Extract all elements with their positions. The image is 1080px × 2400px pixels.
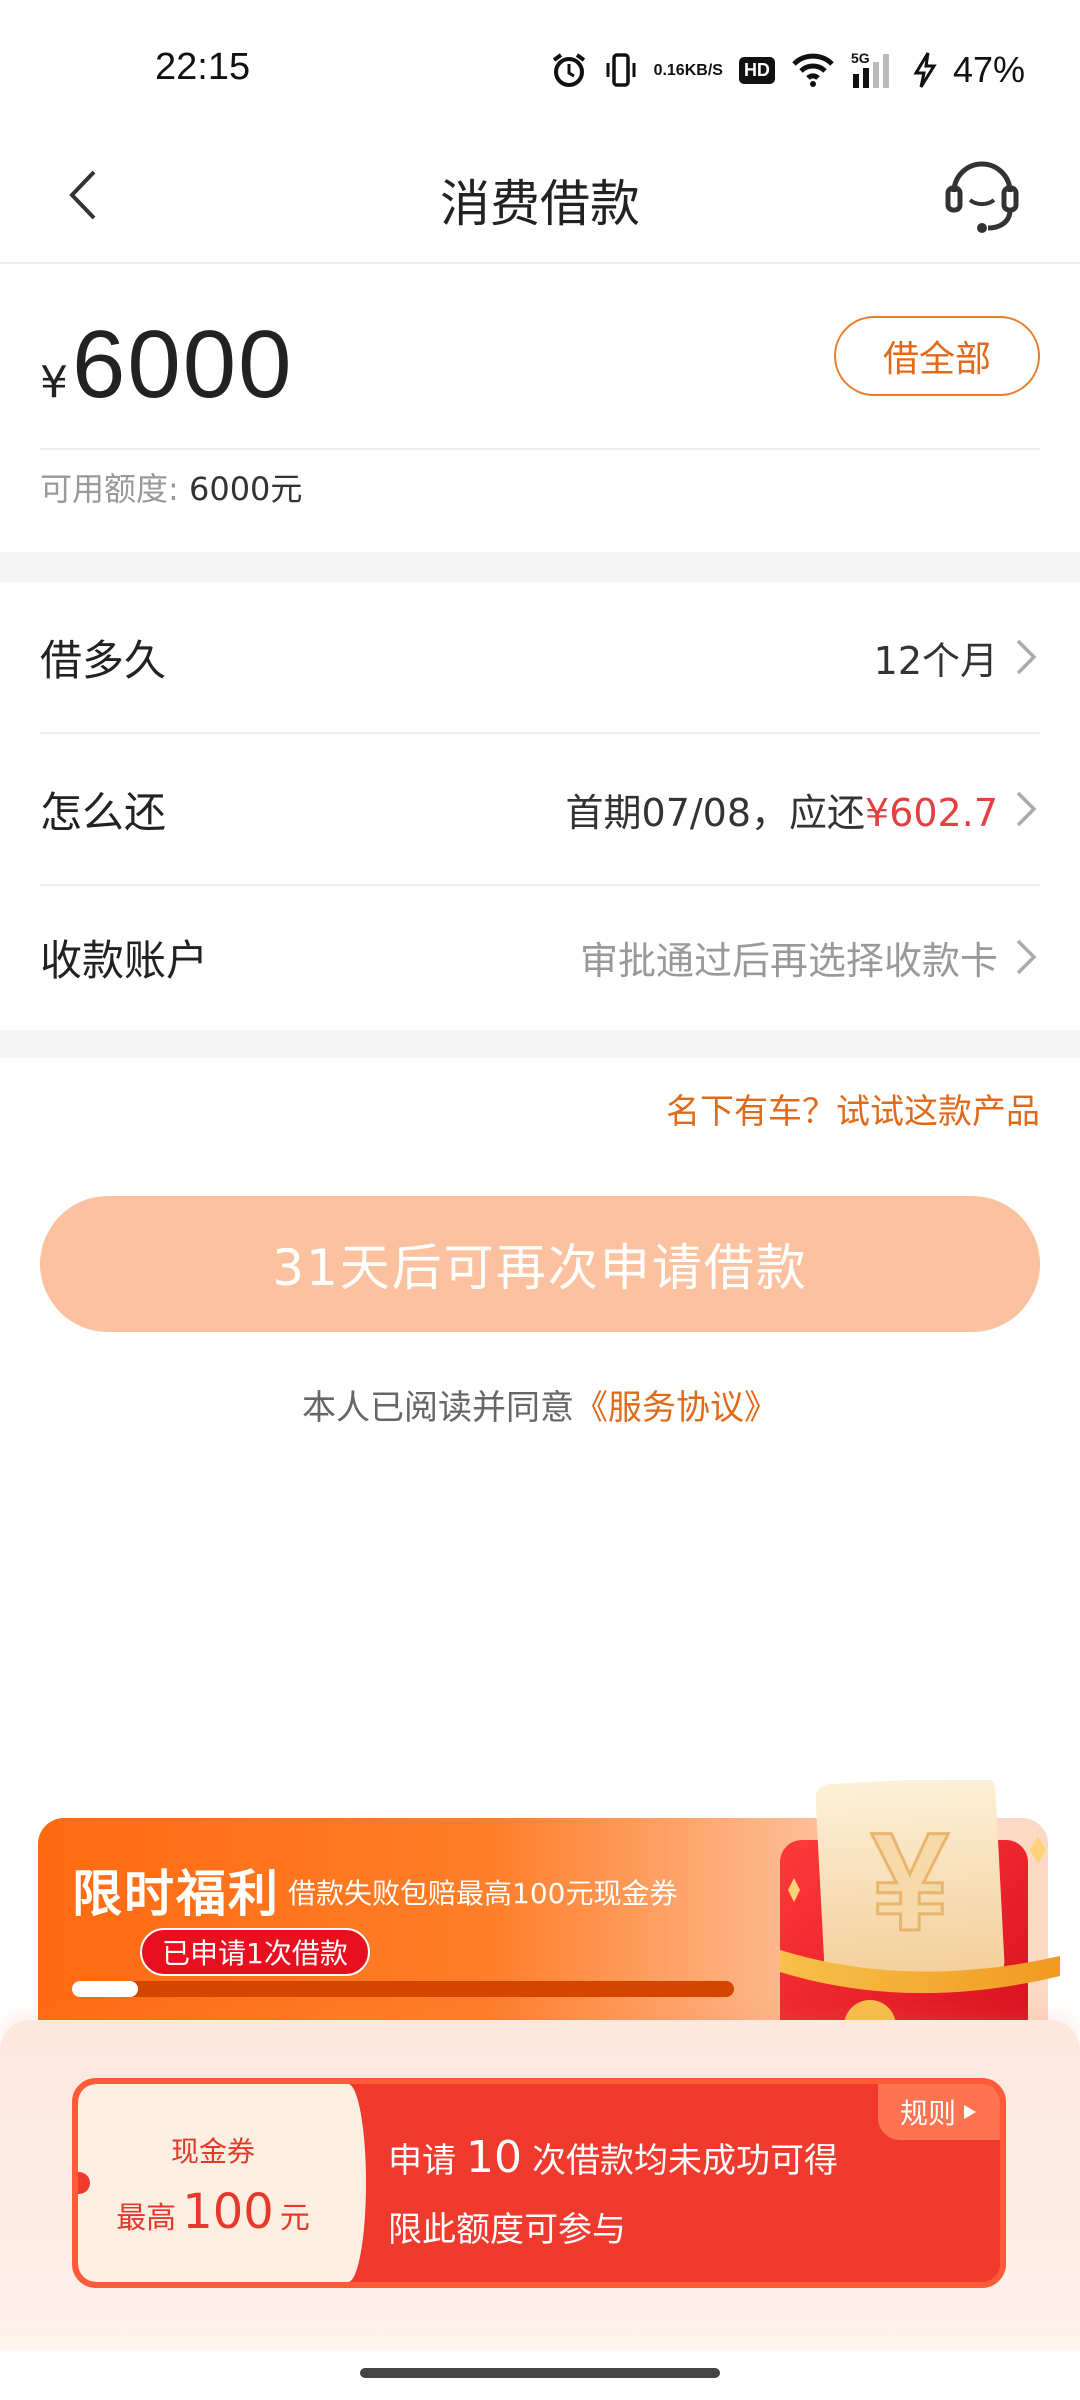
coupon-stub (78, 2084, 366, 2282)
option-row-repayment[interactable]: 怎么还 首期07/08，应还¥602.7 (40, 734, 1040, 886)
promo-subtitle: 借款失败包赔最高100元现金券 (288, 1877, 678, 1910)
coupon-restriction: 限此额度可参与 (388, 2210, 626, 2250)
first-payment-amount: ¥602.7 (865, 790, 998, 835)
charging-icon (913, 51, 937, 89)
page-title: 消费借款 (440, 175, 640, 233)
loan-amount[interactable]: ¥ 6000 (40, 310, 294, 420)
alarm-icon (550, 51, 588, 89)
amount-currency: ¥ (40, 357, 68, 408)
option-label: 收款账户 (40, 935, 209, 985)
condition-suffix: 次借款均未成功可得 (532, 2141, 838, 2181)
chevron-right-icon (1016, 939, 1037, 975)
amount-value: 6000 (72, 311, 294, 418)
available-label: 可用额度: (40, 470, 179, 508)
coupon-value-number: 100 (182, 2184, 274, 2240)
loan-options: 借多久 12个月 怎么还 首期07/08，应还¥602.7 收款账户 审批通过后… (0, 582, 1080, 1028)
wifi-icon (791, 52, 835, 88)
signal-icon: 5G (851, 50, 897, 90)
envelope-symbol: ¥ (871, 1803, 949, 1960)
promo-progress-fill (72, 1981, 139, 1997)
home-indicator[interactable] (360, 2368, 720, 2378)
status-icons: 0.16 KB/S HD 5G 47% (550, 46, 1025, 94)
option-value-wrap: 审批通过后再选择收款卡 (580, 930, 1040, 985)
car-product-link[interactable]: 名下有车？试试这款产品 (666, 1084, 1040, 1133)
service-agreement-link[interactable]: 《服务协议》 (574, 1388, 778, 1428)
chevron-right-icon (1016, 639, 1037, 675)
coupon-label: 现金券 (170, 2135, 255, 2168)
available-value: 6000元 (188, 470, 303, 508)
play-arrow-icon (964, 2105, 976, 2119)
borrow-all-button[interactable]: 借全部 (834, 316, 1040, 396)
option-label: 借多久 (40, 635, 167, 685)
first-payment-text: 首期07/08，应还 (565, 790, 866, 835)
red-envelope-icon: ¥ (780, 1776, 1060, 2052)
coupon-value-unit: 元 (279, 2201, 310, 2236)
condition-count: 10 (466, 2132, 522, 2183)
status-bar: 22:15 0.16 KB/S HD 5G 47% (0, 0, 1080, 140)
option-value: 审批通过后再选择收款卡 (579, 938, 998, 983)
net-speed: 0.16 KB/S (654, 62, 723, 79)
status-time: 22:15 (155, 46, 251, 88)
vibrate-icon (604, 51, 638, 89)
nav-bar: 消费借款 (0, 130, 1080, 264)
cash-coupon[interactable]: 现金券 最高 100 元 规则 申请 10 次借款均未成功可得 限此额度可参与 (72, 2078, 1006, 2288)
headset-icon (945, 161, 1019, 233)
chevron-right-icon (1016, 791, 1037, 827)
agreement-text: 本人已阅读并同意《服务协议》 (0, 1380, 1080, 1429)
apply-loan-button[interactable]: 31天后可再次申请借款 (40, 1196, 1040, 1332)
coupon-value-prefix: 最高 (116, 2201, 177, 2236)
divider (40, 448, 1040, 450)
rules-label: 规则 (899, 2097, 956, 2130)
promo-progress-bar (72, 1981, 734, 1997)
red-envelope-illustration: ¥ (780, 1776, 1060, 2052)
option-value-wrap: 首期07/08，应还¥602.7 (566, 782, 1040, 837)
battery-percentage: 47% (952, 49, 1025, 90)
option-row-account[interactable]: 收款账户 审批通过后再选择收款卡 (40, 886, 1040, 1028)
coupon-condition: 申请 10 次借款均未成功可得 (388, 2132, 838, 2183)
rules-button[interactable]: 规则 (878, 2084, 1000, 2140)
option-value: 首期07/08，应还¥602.7 (566, 782, 998, 837)
signal-label: 5G (851, 50, 870, 66)
option-value: 12个月 (873, 638, 998, 683)
amount-section: ¥ 6000 借全部 可用额度: 6000元 (0, 266, 1080, 552)
coupon-value: 最高 100 元 (78, 2184, 348, 2240)
net-speed-unit: KB/S (684, 61, 723, 79)
option-row-term[interactable]: 借多久 12个月 (40, 582, 1040, 734)
condition-prefix: 申请 (388, 2141, 456, 2181)
option-value-wrap: 12个月 (874, 630, 1040, 685)
hd-badge: HD (738, 56, 775, 84)
customer-service-button[interactable] (942, 152, 1022, 236)
section-gap (0, 552, 1080, 582)
available-credit: 可用额度: 6000元 (40, 464, 302, 510)
net-speed-value: 0.16 (653, 61, 685, 79)
promo-title: 限时福利 (72, 1865, 280, 1923)
section-gap (0, 1030, 1080, 1058)
application-count-badge: 已申请1次借款 (140, 1928, 370, 1976)
option-label: 怎么还 (40, 787, 167, 837)
agreement-label: 本人已阅读并同意 (302, 1388, 574, 1428)
